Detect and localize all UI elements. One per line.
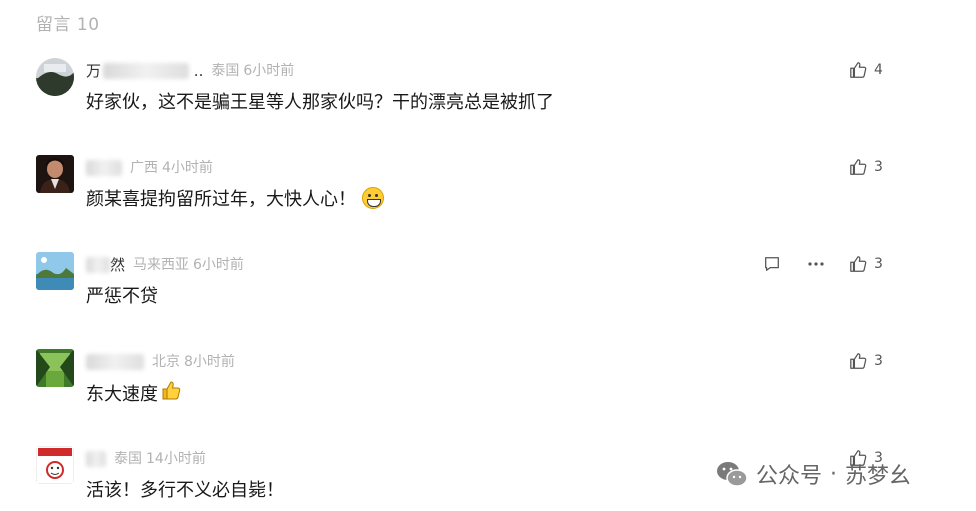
thumbs-up-icon <box>850 256 867 272</box>
watermark: 公众号 · 苏梦幺 <box>716 458 911 490</box>
more-dots-icon <box>808 262 824 266</box>
region-label: 马来西亚 <box>133 257 190 273</box>
like-count: 3 <box>874 159 883 175</box>
wechat-icon <box>717 462 748 487</box>
region-label: 泰国 <box>114 451 142 467</box>
avatar[interactable] <box>36 349 74 387</box>
like-button[interactable]: 3 <box>849 255 883 273</box>
timestamp: 6小时前 <box>193 257 244 273</box>
nickname[interactable]: 然 <box>86 254 125 275</box>
more-button[interactable] <box>806 255 826 273</box>
reply-button[interactable] <box>763 255 781 273</box>
avatar[interactable] <box>36 58 74 96</box>
timestamp: 4小时前 <box>162 160 213 176</box>
comment-meta: 泰国 14小时前 <box>86 448 206 468</box>
comment-meta: 北京 8小时前 <box>86 351 235 371</box>
region-label: 广西 <box>130 160 158 176</box>
comment-text: 严惩不贷 <box>86 286 158 307</box>
comment-text: 好家伙，这不是骗王星等人那家伙吗？干的漂亮总是被抓了 <box>86 92 554 113</box>
thumbs-up-icon <box>850 159 867 175</box>
comment-item: 广西 4小时前 颜某喜提拘留所过年，大快人心！ 3 <box>0 155 976 235</box>
thumbs-up-icon <box>850 62 867 78</box>
thumbs-up-icon <box>850 353 867 369</box>
comment-text: 颜某喜提拘留所过年，大快人心！ <box>86 185 384 211</box>
region-label: 北京 <box>152 354 180 370</box>
thumbs-up-emoji <box>160 379 182 406</box>
comment-text-content: 颜某喜提拘留所过年，大快人心！ <box>86 189 356 210</box>
like-count: 3 <box>874 353 883 369</box>
comment-item: 然 马来西亚 6小时前 严惩不贷 3 <box>0 252 976 332</box>
like-button[interactable]: 3 <box>849 158 883 176</box>
avatar[interactable] <box>36 155 74 193</box>
nickname[interactable]: 万 .. <box>86 60 203 81</box>
timestamp: 6小时前 <box>243 63 295 79</box>
comment-meta: 万 .. 泰国 6小时前 <box>86 60 294 80</box>
timestamp: 14小时前 <box>146 451 206 467</box>
nickname[interactable] <box>86 449 106 467</box>
avatar[interactable] <box>36 252 74 290</box>
nickname[interactable] <box>86 158 122 176</box>
watermark-right: 苏梦幺 <box>845 464 912 489</box>
comments-count-header: 留言 10 <box>36 15 100 35</box>
like-button[interactable]: 4 <box>849 61 883 79</box>
like-count: 4 <box>874 62 883 78</box>
nickname[interactable] <box>86 352 144 370</box>
comment-item: 北京 8小时前 东大速度 3 <box>0 349 976 429</box>
comment-text: 活该！多行不义必自毙！ <box>86 480 284 501</box>
comment-meta: 广西 4小时前 <box>86 157 213 177</box>
avatar[interactable] <box>36 446 74 484</box>
comment-item: 万 .. 泰国 6小时前 好家伙，这不是骗王星等人那家伙吗？干的漂亮总是被抓了 … <box>0 58 976 138</box>
comment-bubble-icon <box>765 257 779 271</box>
grinning-emoji <box>362 187 384 209</box>
like-button[interactable]: 3 <box>849 352 883 370</box>
watermark-separator: · <box>830 461 838 487</box>
timestamp: 8小时前 <box>184 354 235 370</box>
like-count: 3 <box>874 256 883 272</box>
watermark-left: 公众号 <box>756 464 823 489</box>
comment-text-content: 东大速度 <box>86 383 158 405</box>
comment-text: 东大速度 <box>86 379 182 406</box>
comment-meta: 然 马来西亚 6小时前 <box>86 254 244 274</box>
region-label: 泰国 <box>211 63 240 79</box>
